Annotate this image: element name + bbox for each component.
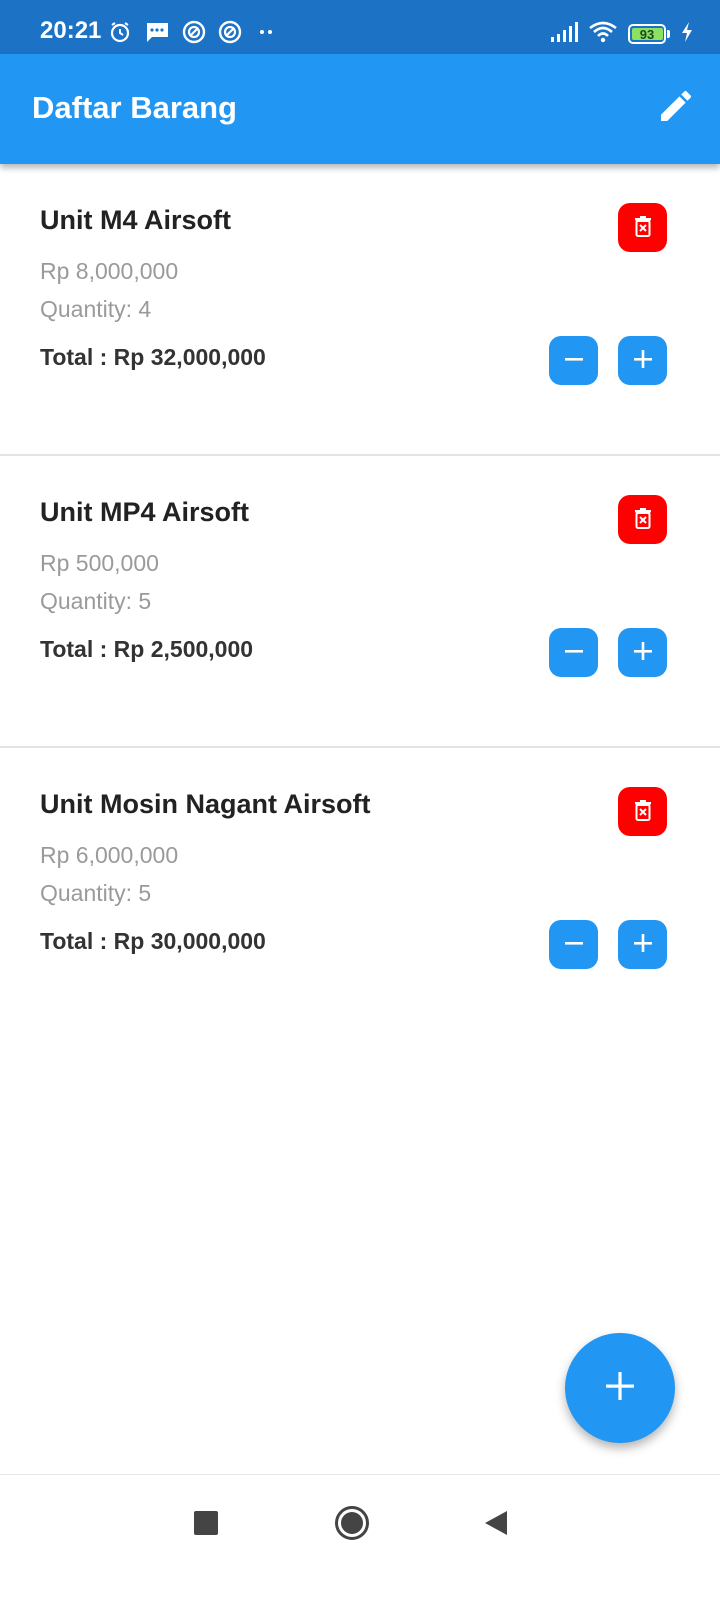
increase-quantity-button[interactable] (618, 920, 667, 969)
back-icon (483, 1509, 509, 1541)
plus-icon (632, 348, 654, 374)
list-item: Unit MP4 Airsoft Rp 500,000 Quantity: 5 … (0, 456, 720, 748)
recents-button[interactable] (182, 1501, 230, 1549)
more-dots-icon (254, 20, 278, 48)
alarm-icon (108, 20, 132, 48)
list-item: Unit Mosin Nagant Airsoft Rp 6,000,000 Q… (0, 748, 720, 1040)
item-total: Total : Rp 32,000,000 (40, 344, 266, 370)
delete-button[interactable] (618, 495, 667, 544)
status-time: 20:21 (40, 17, 102, 44)
home-icon (334, 1505, 370, 1545)
decrease-quantity-button[interactable] (549, 336, 598, 385)
decrease-quantity-button[interactable] (549, 920, 598, 969)
vpn-icon (218, 20, 242, 48)
back-button[interactable] (472, 1501, 520, 1549)
delete-button[interactable] (618, 787, 667, 836)
item-price: Rp 500,000 (40, 550, 159, 576)
item-quantity: Quantity: 5 (40, 588, 152, 614)
recents-icon (193, 1510, 219, 1540)
home-button[interactable] (328, 1501, 376, 1549)
item-price: Rp 8,000,000 (40, 258, 179, 284)
battery-icon: 93 (628, 24, 670, 44)
delete-icon (633, 799, 653, 825)
decrease-quantity-button[interactable] (549, 628, 598, 677)
delete-button[interactable] (618, 203, 667, 252)
item-total: Total : Rp 30,000,000 (40, 928, 266, 954)
signal-icon (550, 21, 578, 47)
system-nav-bar (0, 1474, 720, 1601)
increase-quantity-button[interactable] (618, 628, 667, 677)
minus-icon (563, 348, 585, 374)
item-name: Unit MP4 Airsoft (40, 497, 249, 527)
plus-icon (632, 640, 654, 666)
status-system-icons: 93 (550, 20, 694, 48)
delete-icon (633, 215, 653, 241)
battery-level: 93 (639, 26, 655, 42)
edit-icon (656, 86, 696, 130)
wifi-icon (588, 20, 618, 48)
vpn-icon (182, 20, 206, 48)
item-name: Unit Mosin Nagant Airsoft (40, 789, 371, 819)
status-bar: 20:21 93 (0, 0, 720, 54)
item-name: Unit M4 Airsoft (40, 205, 231, 235)
minus-icon (563, 932, 585, 958)
message-icon (144, 20, 170, 48)
status-notification-icons (108, 20, 278, 48)
minus-icon (563, 640, 585, 666)
charging-icon (680, 21, 694, 47)
item-quantity: Quantity: 5 (40, 880, 152, 906)
page-title: Daftar Barang (32, 90, 237, 125)
app-bar: Daftar Barang (0, 54, 720, 164)
list-item: Unit M4 Airsoft Rp 8,000,000 Quantity: 4… (0, 164, 720, 456)
edit-button[interactable] (652, 84, 700, 132)
increase-quantity-button[interactable] (618, 336, 667, 385)
delete-icon (633, 507, 653, 533)
item-total: Total : Rp 2,500,000 (40, 636, 254, 662)
add-icon (604, 1370, 636, 1406)
item-price: Rp 6,000,000 (40, 842, 179, 868)
item-quantity: Quantity: 4 (40, 296, 152, 322)
plus-icon (632, 932, 654, 958)
add-item-fab[interactable] (565, 1333, 675, 1443)
